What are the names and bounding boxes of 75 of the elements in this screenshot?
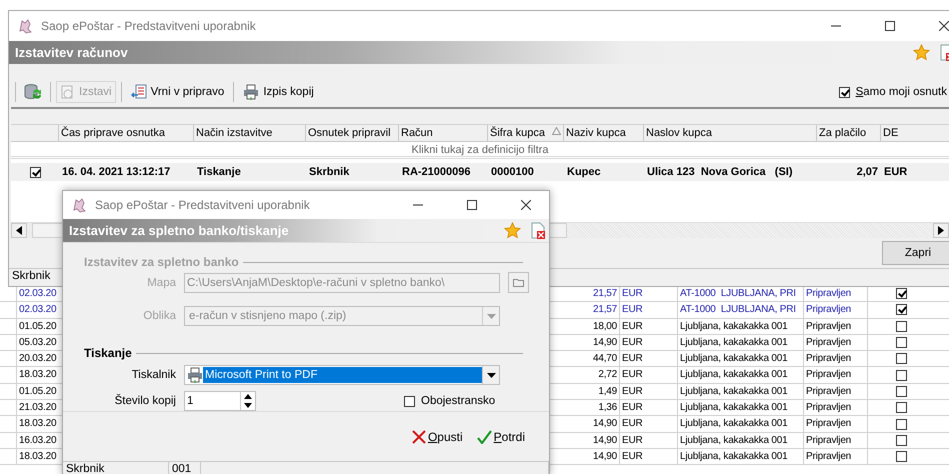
currency-cell: EUR (622, 304, 643, 316)
currency-cell: EUR (622, 320, 643, 332)
dialog-title: Saop ePoštar - Predstavitveni uporabnik (95, 198, 311, 212)
address-cell: Ljubljana, kakakakka 001 (680, 450, 788, 462)
table-cell-text: EUR (883, 166, 908, 178)
table-cell-text: Skrbnik (308, 166, 350, 178)
date-cell: 01.05.20 (19, 320, 56, 332)
address-cell: Ljubljana, kakakakka 001 (680, 369, 788, 380)
amount-cell: 21,57 (592, 304, 617, 316)
currency-cell: EUR (622, 353, 643, 364)
address-cell: Ljubljana, kakakakka 001 (680, 402, 788, 414)
table-cell-text: 16. 04. 2021 13:12:17 (61, 166, 172, 178)
date-cell: 18.03.20 (19, 450, 56, 462)
header-title: Izstavitev računov (15, 45, 128, 60)
address-cell: Ljubljana, kakakakka 001 (680, 386, 788, 397)
address-cell: AT-1000 LJUBLJANA, PRI (680, 288, 796, 299)
currency-cell: EUR (622, 402, 643, 414)
address-cell: AT-1000 LJUBLJANA, PRI (680, 304, 796, 316)
currency-cell: EUR (622, 386, 643, 397)
table-cell-text: Kupec (566, 166, 602, 178)
currency-cell: EUR (622, 434, 643, 446)
field-label: Število kopij (114, 395, 176, 407)
table-cell-text: 2,07 (856, 166, 879, 178)
amount-cell: 14,90 (592, 418, 617, 430)
address-cell: Ljubljana, kakakakka 001 (680, 418, 788, 430)
amount-cell: 1,36 (598, 402, 617, 414)
date-cell: 18.03.20 (19, 418, 56, 430)
currency-cell: EUR (622, 336, 643, 348)
table-cell-text: Tiskanje (196, 166, 242, 178)
status-cell: Pripravljen (806, 320, 852, 332)
amount-cell: 1,49 (598, 386, 617, 397)
address-cell: Ljubljana, kakakakka 001 (680, 336, 788, 348)
table-cell-text: 0000100 (490, 166, 535, 178)
address-cell: Ljubljana, kakakakka 001 (680, 434, 788, 446)
amount-cell: 18,00 (592, 320, 617, 332)
group-title: Izstavitev za spletno banko (84, 255, 239, 269)
status-cell: Pripravljen (806, 369, 852, 380)
amount-cell: 2,72 (598, 369, 617, 380)
date-cell: 20.03.20 (19, 353, 56, 364)
status-cell: Pripravljen (806, 450, 852, 462)
group-title: Tiskanje (84, 346, 132, 360)
field-label: Oblika (142, 310, 176, 322)
status-cell: Pripravljen (806, 386, 852, 397)
address-cell: Ljubljana, kakakakka 001 (680, 353, 788, 364)
currency-cell: EUR (622, 450, 643, 462)
header-title: Izstavitev za spletno banko/tiskanje (69, 223, 289, 238)
amount-cell: 14,90 (592, 434, 617, 446)
status-cell: Pripravljen (806, 434, 852, 446)
date-cell: 05.03.20 (19, 336, 56, 348)
status-cell: Pripravljen (806, 304, 852, 316)
date-cell: 01.05.20 (19, 386, 56, 397)
address-cell: Ljubljana, kakakakka 001 (680, 320, 788, 332)
status-text: 001 (169, 462, 201, 474)
window-title: Saop ePoštar - Predstavitveni uporabnik (41, 19, 257, 33)
status-cell: Pripravljen (806, 402, 852, 414)
date-cell: 02.03.20 (19, 288, 56, 299)
status-cell: Pripravljen (806, 336, 852, 348)
table-cell-text: Ulica 123 Nova Gorica (SI) (646, 166, 794, 178)
status-cell: Pripravljen (806, 353, 852, 364)
field-label: Tiskalnik (130, 369, 176, 381)
amount-cell: 44,70 (592, 353, 617, 364)
currency-cell: EUR (622, 418, 643, 430)
date-cell: 16.03.20 (19, 434, 56, 446)
amount-cell: 21,57 (592, 288, 617, 299)
amount-cell: 14,90 (592, 450, 617, 462)
date-cell: 18.03.20 (19, 369, 56, 380)
status-cell: Pripravljen (806, 288, 852, 299)
currency-cell: EUR (622, 288, 643, 299)
table-cell-text: RA-21000096 (401, 166, 472, 178)
status-cell: Pripravljen (806, 418, 852, 430)
currency-cell: EUR (622, 369, 643, 380)
date-cell: 21.03.20 (19, 402, 56, 414)
status-text: Skrbnik (63, 462, 169, 474)
date-cell: 02.03.20 (19, 304, 56, 316)
amount-cell: 14,90 (592, 336, 617, 348)
